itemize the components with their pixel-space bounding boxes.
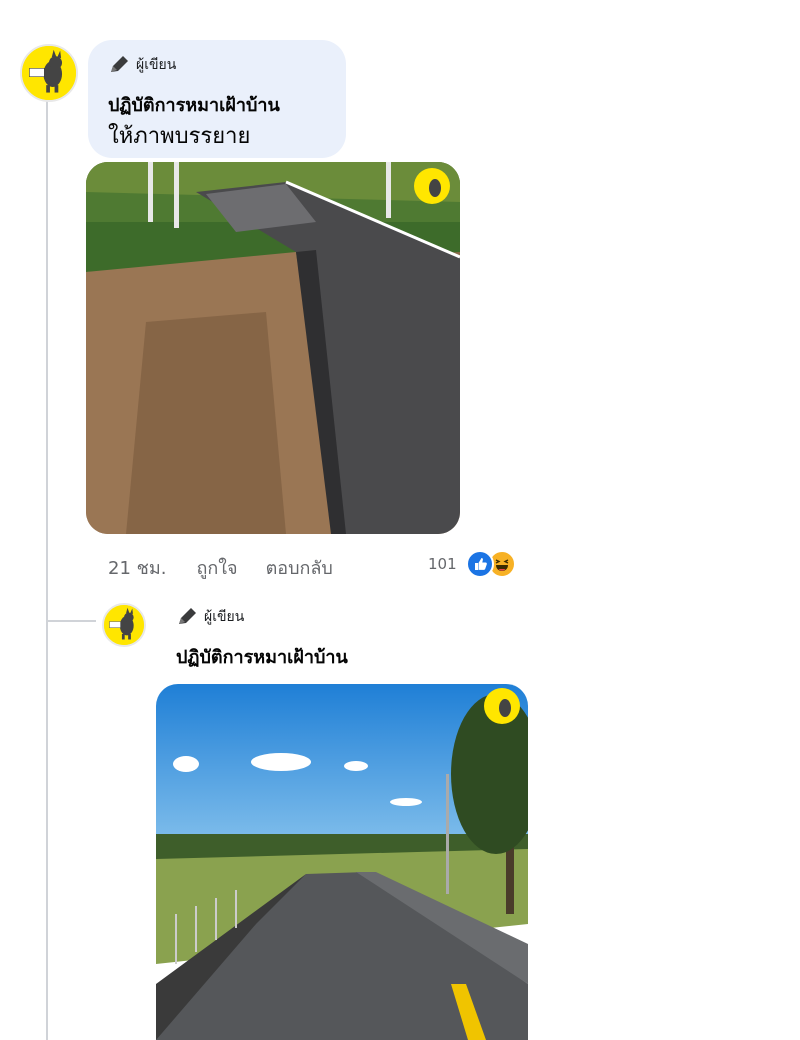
thread-line-branch [46, 620, 96, 622]
dog-logo-icon [104, 605, 144, 645]
comment-actions: 21 ชม. ถูกใจ ตอบกลับ [108, 553, 333, 582]
road-damage-photo [86, 162, 460, 534]
author-badge: ผู้เขียน [108, 54, 176, 76]
reply-photo[interactable] [156, 684, 528, 1040]
author-badge-label: ผู้เขียน [204, 609, 245, 625]
like-icon [466, 550, 494, 578]
avatar[interactable] [20, 44, 78, 102]
like-button[interactable]: ถูกใจ [196, 553, 237, 582]
reply-author-name[interactable]: ปฏิบัติการหมาเฝ้าบ้าน [176, 642, 348, 671]
reply-button[interactable]: ตอบกลับ [266, 553, 333, 582]
comment-author-name[interactable]: ปฏิบัติการหมาเฝ้าบ้าน [108, 90, 280, 119]
thread-line-vertical [46, 100, 48, 1040]
author-badge-label: ผู้เขียน [136, 57, 177, 73]
reply-avatar[interactable] [102, 603, 146, 647]
pencil-icon [111, 56, 128, 72]
pencil-icon [179, 608, 196, 624]
comment-photo[interactable] [86, 162, 460, 534]
reaction-count[interactable]: 101 [428, 555, 457, 573]
comment-text: ให้ภาพบรรยาย [108, 124, 251, 149]
reply-author-badge: ผู้เขียน [176, 606, 244, 628]
road-repair-photo [156, 684, 528, 1040]
comment-time[interactable]: 21 ชม. [108, 553, 166, 582]
dog-logo-icon [22, 46, 76, 100]
